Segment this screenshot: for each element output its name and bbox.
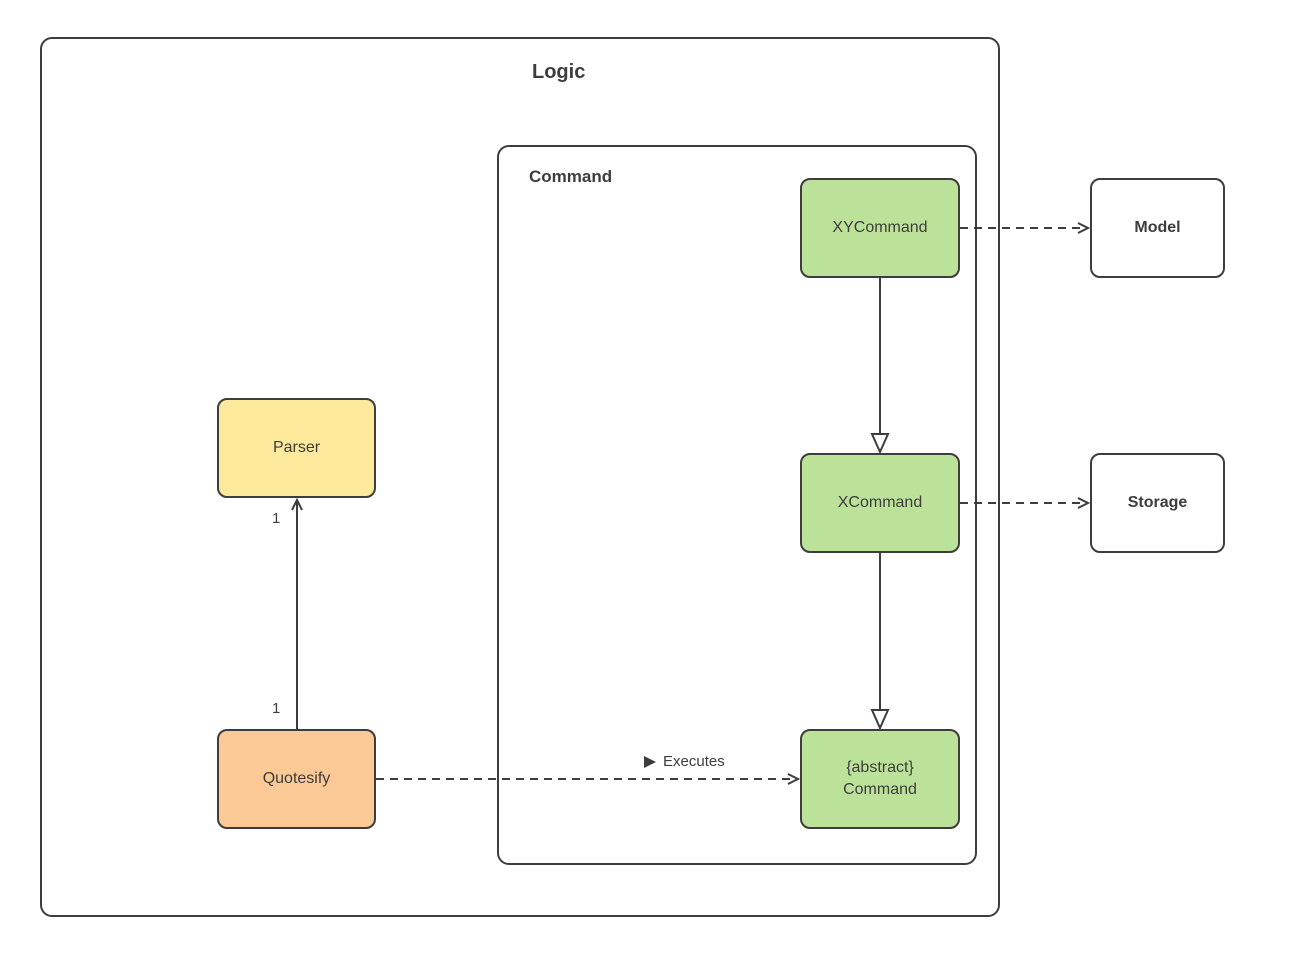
command-title: Command [529, 167, 612, 187]
parser-box: Parser [217, 398, 376, 498]
abstract-command-box: {abstract} Command [800, 729, 960, 829]
quotesify-label: Quotesify [263, 770, 331, 788]
xcommand-label: XCommand [838, 494, 922, 512]
xycommand-box: XYCommand [800, 178, 960, 278]
executes-triangle-icon [643, 755, 657, 769]
quotesify-box: Quotesify [217, 729, 376, 829]
multiplicity-top: 1 [272, 510, 280, 527]
xycommand-label: XYCommand [832, 219, 927, 237]
model-label: Model [1134, 219, 1180, 237]
model-box: Model [1090, 178, 1225, 278]
abstract-line1: {abstract} [846, 759, 914, 777]
executes-text: Executes [663, 753, 725, 770]
logic-title: Logic [532, 61, 585, 84]
abstract-line2: Command [843, 781, 917, 799]
multiplicity-bottom: 1 [272, 700, 280, 717]
parser-label: Parser [273, 439, 320, 457]
storage-label: Storage [1128, 494, 1188, 512]
xcommand-box: XCommand [800, 453, 960, 553]
executes-label: Executes [643, 753, 725, 770]
storage-box: Storage [1090, 453, 1225, 553]
